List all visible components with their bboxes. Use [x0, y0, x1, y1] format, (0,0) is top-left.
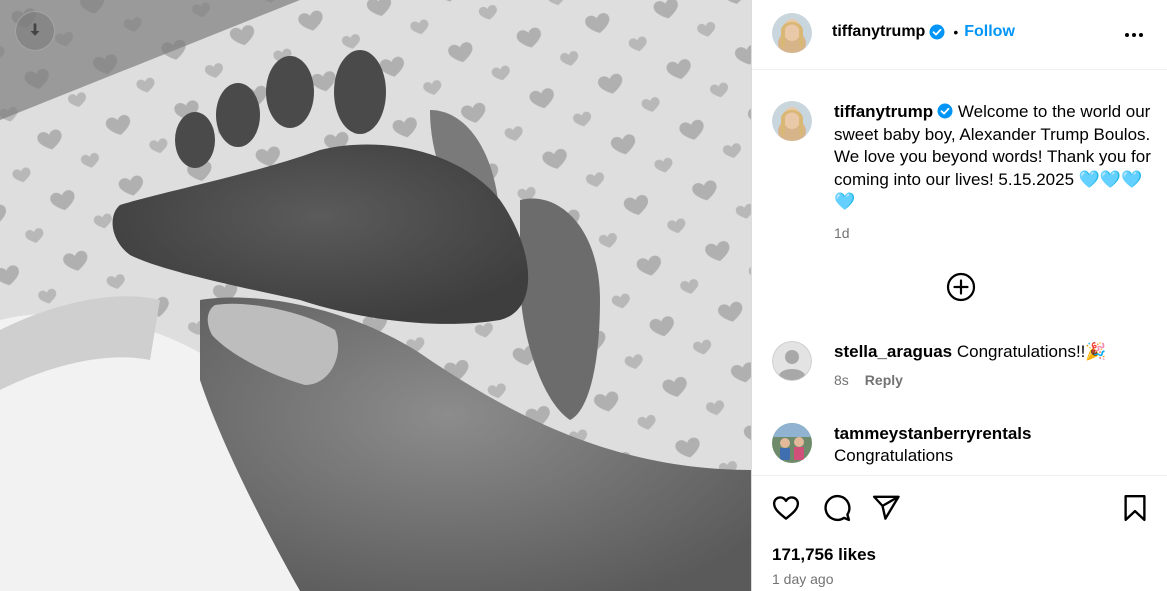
comment-avatar[interactable] — [772, 423, 812, 463]
baby-foot-photo — [0, 0, 751, 591]
comment-username[interactable]: tammeystanberryrentals — [834, 423, 1154, 445]
comment-body: tammeystanberryrentals Congratulations — [834, 423, 1154, 467]
post-date[interactable]: 1 day ago — [772, 571, 834, 587]
caption-timestamp[interactable]: 1d — [834, 222, 1154, 245]
comments-section[interactable]: tiffanytrump Welcome to the world our sw… — [752, 71, 1167, 475]
separator-dot: • — [953, 24, 959, 40]
reply-button[interactable]: Reply — [865, 369, 903, 391]
share-icon — [872, 495, 900, 520]
header-user-line: tiffanytrump • Follow — [832, 23, 1015, 41]
caption-avatar[interactable] — [772, 101, 812, 141]
like-button[interactable] — [771, 493, 801, 523]
verified-icon — [929, 24, 945, 40]
bookmark-icon — [1124, 494, 1146, 522]
verified-icon — [937, 103, 953, 119]
heart-icon — [772, 496, 800, 520]
follow-button[interactable]: Follow — [964, 23, 1015, 41]
download-icon — [30, 23, 40, 36]
load-more-comments-button[interactable] — [945, 271, 977, 303]
comment-emoji: 🎉 — [1085, 342, 1107, 361]
author-username[interactable]: tiffanytrump — [832, 23, 925, 41]
comment-text: Congratulations!! — [956, 342, 1086, 361]
comment-timestamp[interactable]: 8s — [834, 369, 849, 391]
comment-username[interactable]: stella_araguas — [834, 342, 952, 361]
caption-body: tiffanytrump Welcome to the world our sw… — [834, 101, 1154, 244]
caption-username[interactable]: tiffanytrump — [834, 102, 933, 121]
default-avatar-icon — [772, 341, 812, 381]
download-button[interactable] — [15, 11, 55, 51]
more-icon — [1125, 33, 1143, 37]
comment-button[interactable] — [822, 493, 852, 523]
comment-meta: 8s Reply — [834, 369, 1154, 391]
author-avatar[interactable] — [772, 13, 812, 53]
comment-avatar[interactable] — [772, 341, 812, 381]
post-details-panel: tiffanytrump • Follow tiffanytrump Welco… — [751, 0, 1167, 591]
share-button[interactable] — [871, 493, 901, 523]
post-image[interactable] — [0, 0, 751, 591]
post-header: tiffanytrump • Follow — [752, 0, 1167, 70]
comment-text: Congratulations — [834, 446, 954, 465]
instagram-post: tiffanytrump • Follow tiffanytrump Welco… — [0, 0, 1167, 591]
more-options-button[interactable] — [1122, 23, 1146, 47]
comment-body: stella_araguas Congratulations!!🎉 8s Rep… — [834, 341, 1154, 391]
add-circle-icon — [946, 272, 976, 302]
post-actions-bar: 171,756 likes 1 day ago — [752, 475, 1167, 591]
comment-icon — [824, 494, 851, 522]
likes-count[interactable]: 171,756 likes — [772, 545, 876, 565]
save-button[interactable] — [1120, 493, 1150, 523]
